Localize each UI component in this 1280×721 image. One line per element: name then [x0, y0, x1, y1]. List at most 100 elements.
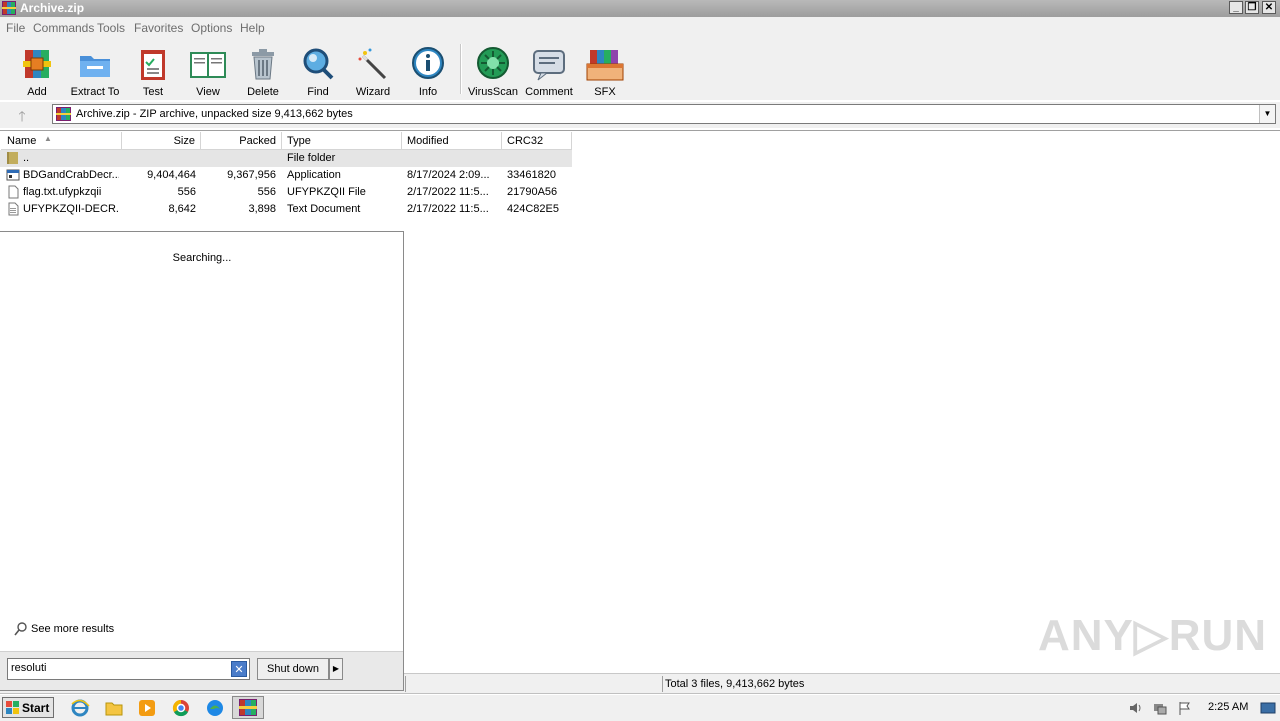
edge-icon[interactable] [205, 698, 225, 718]
file-name: flag.txt.ufypkzqii [23, 186, 102, 198]
show-desktop-icon[interactable] [1260, 700, 1276, 716]
menu-help[interactable]: Help [240, 21, 265, 35]
file-explorer-icon[interactable] [104, 698, 124, 718]
column-header-type[interactable]: Type [282, 132, 402, 150]
action-center-flag-icon[interactable] [1177, 700, 1193, 716]
folder-icon [7, 152, 18, 164]
menu-bar: File Commands Tools Favorites Options He… [0, 17, 1280, 38]
file-crc32: 33461820 [507, 169, 556, 181]
extract-folder-icon [80, 56, 110, 77]
file-row-parent-folder[interactable]: .. File folder [0, 150, 572, 167]
winrar-taskbar-button[interactable] [232, 696, 264, 719]
start-menu: Searching... See more results ✕ Shut dow… [0, 231, 404, 691]
find-button[interactable]: Find [298, 42, 338, 98]
file-packed: 9,367,956 [227, 169, 276, 181]
file-name: BDGandCrabDecr... [23, 169, 119, 181]
start-search-box[interactable]: ✕ [7, 658, 250, 680]
file-crc32: 424C82E5 [507, 203, 559, 215]
winrar-icon [239, 699, 257, 716]
search-icon [14, 622, 27, 636]
file-modified: 2/17/2022 11:5... [407, 203, 489, 215]
comment-button[interactable]: Comment [525, 42, 573, 98]
network-icon[interactable] [1152, 700, 1168, 716]
column-type-label: Type [287, 135, 311, 147]
file-row-bdgandcrab[interactable]: BDGandCrabDecr... 9,404,464 9,367,956 Ap… [0, 167, 572, 184]
sfx-button[interactable]: SFX [585, 42, 625, 98]
sfx-box-icon [586, 50, 624, 81]
virusscan-button[interactable]: VirusScan [468, 42, 518, 98]
shut-down-options-button[interactable]: ▶ [329, 658, 343, 680]
virus-icon [477, 47, 509, 79]
status-pane-left [405, 676, 660, 692]
start-button[interactable]: Start [2, 697, 54, 718]
chevron-right-icon: ▶ [332, 664, 340, 673]
text-document-icon [8, 202, 19, 216]
menu-tools[interactable]: Tools [97, 21, 125, 35]
up-arrow-icon: 🡑 [18, 108, 26, 124]
find-label: Find [307, 86, 329, 98]
up-folder-button[interactable]: 🡑 [8, 106, 36, 124]
comment-icon [533, 50, 565, 81]
column-header-crc32[interactable]: CRC32 [502, 132, 572, 150]
column-header-size[interactable]: Size [122, 132, 201, 150]
internet-explorer-icon[interactable] [70, 698, 90, 718]
taskbar: Start 2:25 AM [0, 694, 1280, 721]
address-dropdown-button[interactable]: ▼ [1259, 105, 1275, 123]
media-player-icon[interactable] [137, 698, 157, 718]
winrar-archive-icon [56, 107, 71, 121]
menu-commands[interactable]: Commands [33, 21, 94, 35]
add-label: Add [27, 86, 47, 98]
close-button[interactable]: ✕ [1262, 1, 1276, 14]
see-more-results-link[interactable]: See more results [14, 622, 114, 636]
restore-button[interactable]: ❐ [1245, 1, 1259, 14]
virusscan-label: VirusScan [468, 86, 518, 98]
test-button[interactable]: Test [134, 42, 172, 98]
wand-icon [358, 48, 387, 80]
chrome-icon[interactable] [171, 698, 191, 718]
toolbar-separator [460, 44, 462, 94]
menu-options[interactable]: Options [191, 21, 232, 35]
column-header-modified[interactable]: Modified [402, 132, 502, 150]
view-book-icon [190, 52, 226, 78]
windows-logo-icon [6, 701, 19, 714]
system-tray [1122, 697, 1280, 719]
menu-file[interactable]: File [6, 21, 25, 35]
add-button[interactable]: Add [17, 42, 57, 98]
delete-button[interactable]: Delete [244, 42, 282, 98]
column-name-label: Name [7, 135, 37, 147]
file-crc32: 21790A56 [507, 186, 558, 198]
shut-down-button[interactable]: Shut down [257, 658, 329, 680]
menu-favorites[interactable]: Favorites [134, 21, 183, 35]
start-search-input[interactable] [11, 662, 225, 674]
test-clipboard-icon [141, 50, 165, 80]
file-modified: 2/17/2022 11:5... [407, 186, 489, 198]
title-bar: Archive.zip _ ❐ ✕ [0, 0, 1280, 17]
winrar-icon [2, 1, 16, 15]
status-summary: Total 3 files, 9,413,662 bytes [665, 678, 805, 690]
close-icon: ✕ [234, 664, 244, 676]
file-type: Application [287, 169, 341, 181]
view-button[interactable]: View [188, 42, 228, 98]
file-size: 8,642 [168, 203, 196, 215]
extract-to-button[interactable]: Extract To [71, 42, 119, 98]
column-modified-label: Modified [407, 135, 449, 147]
file-row-decrypt-text[interactable]: UFYPKZQII-DECR... 8,642 3,898 Text Docum… [0, 201, 572, 218]
info-button[interactable]: Info [410, 42, 446, 98]
comment-label: Comment [525, 86, 573, 98]
chevron-down-icon: ▼ [1263, 109, 1272, 118]
window-title: Archive.zip [20, 1, 85, 15]
clear-search-button[interactable]: ✕ [231, 661, 247, 677]
file-type: UFYPKZQII File [287, 186, 366, 198]
extract-to-label: Extract To [70, 86, 120, 98]
column-header-name[interactable]: Name ▲ [1, 132, 122, 150]
column-header-packed[interactable]: Packed [201, 132, 282, 150]
wizard-button[interactable]: Wizard [354, 42, 392, 98]
sfx-label: SFX [594, 86, 616, 98]
minimize-button[interactable]: _ [1229, 1, 1243, 14]
archive-path-box[interactable]: Archive.zip - ZIP archive, unpacked size… [52, 104, 1276, 124]
file-size: 556 [177, 186, 196, 198]
magnifier-icon [303, 48, 334, 80]
clock: 2:25 AM [1208, 701, 1249, 713]
file-row-flag[interactable]: flag.txt.ufypkzqii 556 556 UFYPKZQII Fil… [0, 184, 572, 201]
speaker-icon[interactable] [1128, 700, 1144, 716]
